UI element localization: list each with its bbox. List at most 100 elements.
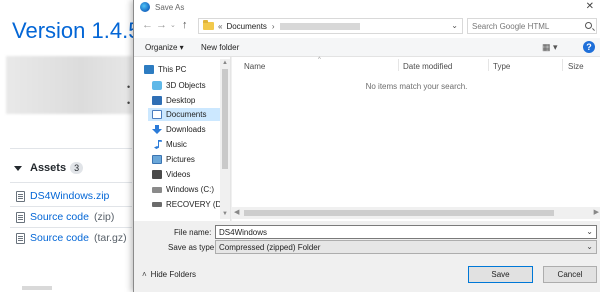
nav-label: Pictures — [166, 155, 195, 164]
file-name-value: DS4Windows — [219, 228, 268, 237]
blurred-release-notes — [6, 56, 132, 114]
hide-folders-toggle[interactable]: ˄ Hide Folders — [142, 270, 196, 279]
column-header-name[interactable]: Name — [244, 62, 265, 71]
release-title: Version 1.4.52 — [12, 18, 153, 43]
close-icon[interactable]: ✕ — [586, 1, 594, 12]
nav-item-videos[interactable]: Videos — [152, 168, 190, 181]
cancel-button[interactable]: Cancel — [543, 266, 597, 283]
divider — [10, 148, 132, 149]
scroll-left-icon[interactable]: ◀ — [234, 208, 239, 216]
nav-item-recovery-d[interactable]: RECOVERY (D:) — [152, 198, 226, 211]
music-icon — [154, 140, 162, 149]
pictures-icon — [152, 155, 162, 164]
asset-name: Source code — [30, 232, 89, 244]
divider — [10, 182, 132, 183]
column-header-date-modified[interactable]: Date modified — [403, 62, 452, 71]
nav-label: This PC — [158, 65, 187, 74]
asset-suffix: (zip) — [93, 211, 115, 223]
asset-name: Source code — [30, 211, 89, 223]
asset-link-source-zip[interactable]: Source code (zip) — [16, 211, 114, 223]
nav-label: RECOVERY (D:) — [166, 200, 227, 209]
edge-browser-icon — [140, 2, 150, 12]
file-list-pane: ^ Name Date modified Type Size No items … — [232, 57, 600, 221]
horizontal-scrollbar[interactable]: ◀ ▶ — [232, 207, 600, 219]
blurred-breadcrumb — [279, 22, 360, 30]
chevron-up-icon: ˄ — [142, 270, 147, 279]
nav-label: Videos — [166, 170, 191, 179]
nav-item-music[interactable]: Music — [152, 138, 187, 151]
nav-label: 3D Objects — [166, 81, 206, 90]
navigation-pane: This PC 3D Objects Desktop Documents Dow… — [134, 57, 231, 221]
chevron-down-icon: ⌄ — [586, 242, 593, 251]
new-folder-button[interactable]: New folder — [201, 43, 239, 52]
up-arrow-icon[interactable]: ↑ — [182, 19, 188, 31]
computer-icon — [144, 65, 154, 74]
organize-menu-button[interactable]: Organize ▾ — [145, 43, 184, 52]
path-overflow-chevron[interactable]: « — [218, 22, 222, 31]
save-as-type-label: Save as type: — [168, 243, 217, 252]
nav-label: Downloads — [166, 125, 206, 134]
search-input[interactable]: Search Google HTML — [467, 18, 597, 34]
column-divider[interactable] — [562, 59, 563, 71]
divider — [10, 227, 132, 228]
divider — [10, 206, 132, 207]
nav-item-pictures[interactable]: Pictures — [152, 153, 195, 166]
address-bar[interactable]: « Documents › ⌄ — [198, 18, 463, 34]
nav-item-3d-objects[interactable]: 3D Objects — [152, 79, 206, 92]
column-divider[interactable] — [488, 59, 489, 71]
videos-icon — [152, 170, 162, 179]
horizontal-scrollbar-thumb[interactable] — [244, 210, 554, 216]
nav-item-windows-c[interactable]: Windows (C:) — [152, 183, 214, 196]
blurred-text-fragment — [22, 286, 52, 290]
column-divider[interactable] — [398, 59, 399, 71]
empty-results-message: No items match your search. — [365, 82, 468, 91]
asset-name: DS4Windows.zip — [30, 190, 110, 202]
chevron-down-icon[interactable]: ⌄ — [451, 21, 458, 30]
nav-item-desktop[interactable]: Desktop — [152, 94, 195, 107]
folder-icon — [203, 20, 214, 30]
help-icon[interactable]: ? — [583, 41, 595, 53]
scroll-right-icon[interactable]: ▶ — [594, 208, 599, 216]
archive-icon — [16, 190, 25, 202]
nav-label: Documents — [166, 110, 207, 119]
search-placeholder: Search Google HTML — [472, 22, 550, 31]
nav-item-downloads[interactable]: Downloads — [152, 123, 206, 136]
file-code-icon — [16, 232, 25, 244]
dialog-titlebar[interactable]: Save As ✕ — [134, 0, 600, 14]
file-name-label: File name: — [174, 228, 212, 237]
search-icon — [585, 22, 592, 29]
nav-scrollbar-thumb[interactable] — [222, 69, 228, 169]
save-as-dialog: Save As ✕ ← → ⌄ ↑ « Documents › ⌄ ↻ Sear… — [133, 0, 600, 292]
nav-item-documents[interactable]: Documents — [148, 108, 220, 121]
command-toolbar: Organize ▾ New folder ▦ ▾ ? — [134, 38, 600, 57]
file-code-icon — [16, 211, 25, 223]
release-notes-fragment: • — [127, 98, 131, 108]
nav-label: Windows (C:) — [166, 185, 215, 194]
forward-arrow-icon[interactable]: → — [156, 19, 167, 31]
save-as-type-select[interactable]: Compressed (zipped) Folder ⌄ — [215, 240, 597, 254]
save-button[interactable]: Save — [468, 266, 533, 283]
chevron-down-icon[interactable]: ⌄ — [586, 227, 593, 236]
hide-folders-label: Hide Folders — [150, 270, 197, 279]
documents-icon — [152, 110, 162, 119]
column-header-size[interactable]: Size — [568, 62, 584, 71]
recent-locations-icon[interactable]: ⌄ — [170, 21, 176, 29]
desktop-icon — [152, 96, 162, 105]
view-options-icon[interactable]: ▦ ▾ — [542, 42, 558, 53]
column-header-row: ^ Name Date modified Type Size — [232, 57, 600, 73]
asset-link-source-targz[interactable]: Source code (tar.gz) — [16, 232, 127, 244]
scroll-up-icon[interactable]: ▲ — [222, 60, 228, 66]
drive-icon — [152, 186, 162, 193]
assets-toggle[interactable]: Assets 3 — [14, 162, 84, 174]
file-name-input[interactable]: DS4Windows ⌄ — [215, 225, 597, 239]
screen: Version 1.4.52 • • Assets 3 DS4Windows.z… — [0, 0, 600, 292]
scroll-down-icon[interactable]: ▼ — [222, 211, 228, 217]
column-header-type[interactable]: Type — [493, 62, 510, 71]
back-arrow-icon[interactable]: ← — [142, 19, 153, 31]
drive-icon — [152, 202, 162, 207]
asset-link-ds4windows-zip[interactable]: DS4Windows.zip — [16, 190, 109, 202]
assets-count-badge: 3 — [70, 162, 84, 174]
asset-suffix: (tar.gz) — [93, 232, 127, 244]
nav-item-this-pc[interactable]: This PC — [144, 63, 186, 76]
breadcrumb-documents[interactable]: Documents — [226, 22, 266, 31]
